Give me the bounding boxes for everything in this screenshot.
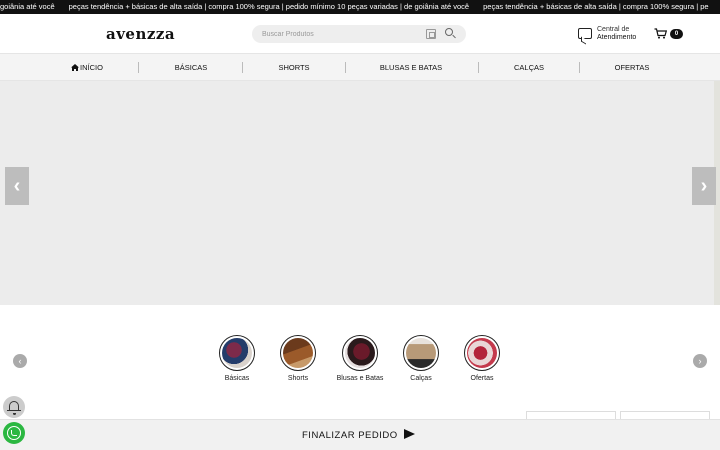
product-card-peek (526, 411, 616, 419)
category-thumbnail (342, 335, 378, 371)
nav-divider (579, 62, 580, 73)
nav-item-basicas[interactable]: BÁSICAS (160, 54, 222, 81)
category-item-basicas[interactable]: Básicas (207, 335, 267, 383)
customer-service-label: Central de Atendimento (597, 26, 636, 42)
category-thumbnail (464, 335, 500, 371)
support-line-1: Central de (597, 26, 630, 33)
whatsapp-button[interactable] (3, 422, 25, 444)
category-label: Blusas e Batas (336, 375, 384, 382)
whatsapp-icon (7, 426, 21, 440)
nav-divider (478, 62, 479, 73)
category-item-calcas[interactable]: Calças (391, 335, 451, 383)
ticker-message: peças tendência + básicas de alta saída … (483, 2, 709, 11)
nav-item-ofertas[interactable]: OFERTAS (602, 54, 662, 81)
site-header: avenzza Central de Atendimento 0 (0, 14, 720, 53)
category-item-shorts[interactable]: Shorts (268, 335, 328, 383)
chat-icon (578, 28, 592, 39)
nav-divider (138, 62, 139, 73)
checkout-bar: FINALIZAR PEDIDO (0, 419, 720, 450)
category-label: Ofertas (470, 375, 494, 382)
nav-divider (242, 62, 243, 73)
cart-button[interactable]: 0 (654, 27, 684, 41)
nav-item-shorts[interactable]: SHORTS (264, 54, 324, 81)
send-icon (403, 429, 415, 439)
categories-next-button[interactable]: › (693, 354, 707, 368)
ticker-message: peças tendência + básicas de alta saída … (68, 2, 470, 11)
search-input[interactable] (262, 27, 412, 41)
notifications-button[interactable] (3, 396, 25, 418)
nav-item-label: INÍCIO (80, 63, 103, 72)
cart-count-badge: 0 (670, 29, 683, 39)
customer-service-link[interactable]: Central de Atendimento (578, 26, 650, 46)
nav-item-calcas[interactable]: CALÇAS (500, 54, 558, 81)
main-nav: INÍCIO BÁSICAS SHORTS BLUSAS E BATAS CAL… (0, 53, 720, 81)
bell-icon (7, 401, 21, 415)
ticker-message: goiânia até você (0, 2, 55, 11)
category-label: Shorts (287, 375, 309, 382)
search-bar (252, 25, 466, 43)
nav-divider (345, 62, 346, 73)
home-icon (71, 63, 80, 71)
finalize-order-button[interactable]: FINALIZAR PEDIDO (302, 429, 415, 441)
category-carousel: ‹ Básicas Shorts Blusas e Batas Calças O… (0, 305, 720, 417)
image-search-icon[interactable] (426, 29, 436, 39)
banner-next-button[interactable]: › (692, 167, 716, 205)
categories-prev-button[interactable]: ‹ (13, 354, 27, 368)
category-label: Básicas (224, 375, 250, 382)
category-item-ofertas[interactable]: Ofertas (452, 335, 512, 383)
search-icon[interactable] (445, 28, 453, 36)
support-line-2: Atendimento (597, 34, 637, 41)
nav-item-blusas-e-batas[interactable]: BLUSAS E BATAS (370, 54, 452, 81)
site-logo[interactable]: avenzza (106, 25, 175, 43)
category-item-blusas-e-batas[interactable]: Blusas e Batas (330, 335, 390, 383)
banner-prev-button[interactable]: ‹ (5, 167, 29, 205)
category-thumbnail (403, 335, 439, 371)
cart-icon (654, 28, 667, 39)
hero-banner[interactable]: ‹ › (0, 81, 720, 305)
product-card-peek (620, 411, 710, 419)
announcement-ticker: goiânia até você peças tendência + básica… (0, 0, 720, 14)
nav-item-inicio[interactable]: INÍCIO (60, 54, 114, 81)
category-label: Calças (410, 375, 432, 382)
category-thumbnail (280, 335, 316, 371)
category-thumbnail (219, 335, 255, 371)
finalize-order-label: FINALIZAR PEDIDO (302, 430, 398, 441)
